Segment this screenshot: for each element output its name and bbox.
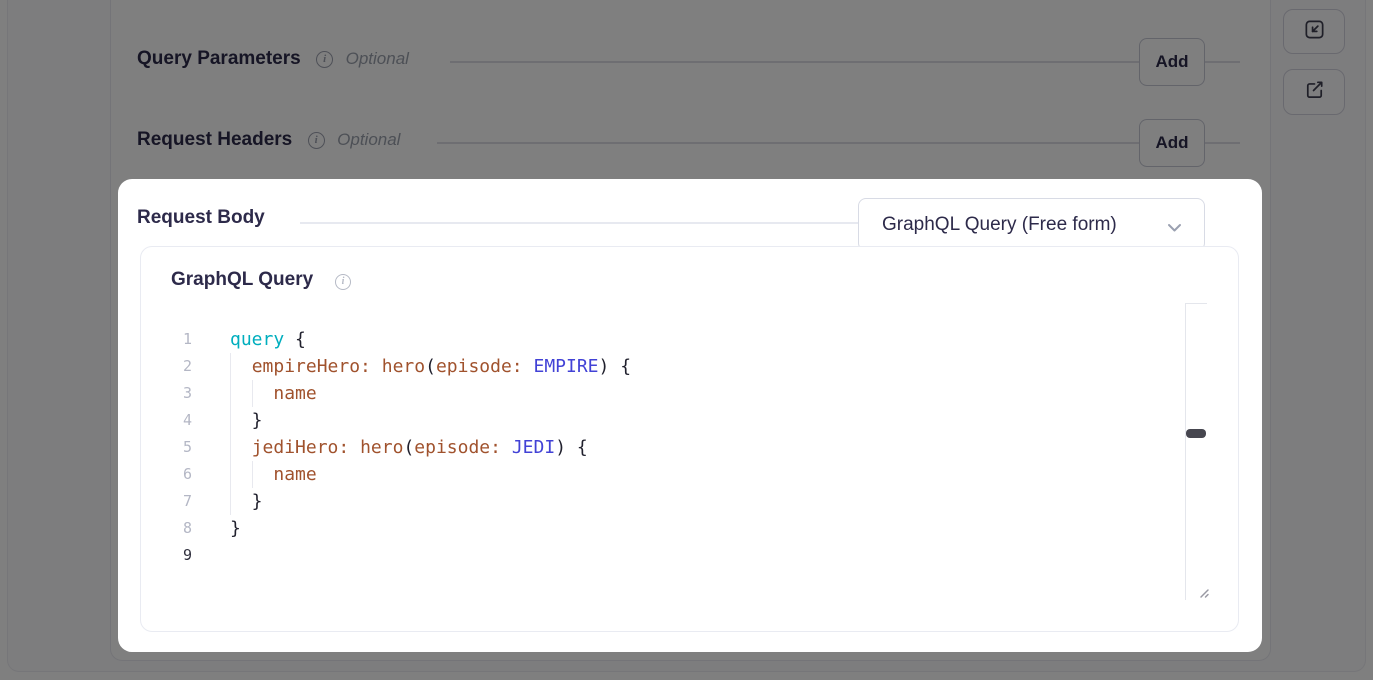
code-token: ( (403, 437, 414, 458)
indent-guide (252, 461, 253, 488)
scrollbar-track (1185, 303, 1186, 600)
request-headers-label: Request Headers (137, 129, 292, 151)
code-token: } (230, 410, 263, 431)
info-icon[interactable]: i (335, 274, 351, 290)
code-token (230, 437, 252, 458)
code-token (349, 437, 360, 458)
indent-guide (230, 353, 231, 515)
info-icon[interactable]: i (308, 132, 325, 149)
add-query-parameter-button[interactable]: Add (1139, 38, 1205, 86)
code-token (501, 437, 512, 458)
body-content-type-select[interactable]: GraphQL Query (Free form) (858, 198, 1205, 251)
code-line: name (230, 380, 631, 407)
query-parameters-divider (450, 61, 1240, 63)
line-number: 8 (156, 515, 192, 542)
request-body-label: Request Body (137, 207, 265, 229)
code-line: } (230, 407, 631, 434)
scrollbar-track-top (1185, 303, 1207, 304)
code-token: query (230, 329, 284, 350)
line-number: 2 (156, 353, 192, 380)
code-token: jediHero: (252, 437, 350, 458)
edit-input-button[interactable] (1283, 9, 1345, 54)
query-parameters-label: Query Parameters (137, 48, 301, 70)
code-token: episode: (436, 356, 523, 377)
code-line: jediHero: hero(episode: JEDI) { (230, 434, 631, 461)
external-link-icon (1303, 78, 1326, 106)
request-body-divider (300, 222, 874, 224)
code-token: name (273, 464, 316, 485)
request-body-spotlight: Request Body GraphQL Query (Free form) G… (118, 179, 1262, 652)
code-token (371, 356, 382, 377)
indent-guide (252, 380, 253, 407)
query-parameters-section: Query Parameters i Optional (137, 48, 409, 96)
code-line: empireHero: hero(episode: EMPIRE) { (230, 353, 631, 380)
line-number: 3 (156, 380, 192, 407)
code-token: ) { (555, 437, 588, 458)
line-number: 1 (156, 326, 192, 353)
graphql-query-editor[interactable]: 123456789 query { empireHero: hero(episo… (118, 326, 1218, 636)
code-token: } (230, 491, 263, 512)
scrollbar-thumb[interactable] (1186, 429, 1206, 438)
code-token: hero (360, 437, 403, 458)
code-token: hero (382, 356, 425, 377)
line-number: 6 (156, 461, 192, 488)
code-line: name (230, 461, 631, 488)
request-headers-divider (437, 142, 1240, 144)
code-token: ) { (599, 356, 632, 377)
line-number: 4 (156, 407, 192, 434)
line-number: 9 (156, 542, 192, 569)
code-line (230, 542, 631, 569)
code-line: } (230, 515, 631, 542)
code-token: { (284, 329, 306, 350)
code-token (523, 356, 534, 377)
code-token: ( (425, 356, 436, 377)
add-request-header-button[interactable]: Add (1139, 119, 1205, 167)
optional-label: Optional (346, 49, 409, 69)
optional-label: Optional (337, 130, 400, 150)
info-icon[interactable]: i (316, 51, 333, 68)
code-token: empireHero: (252, 356, 371, 377)
code-token: JEDI (512, 437, 555, 458)
body-content-type-value: GraphQL Query (Free form) (882, 199, 1117, 250)
graphql-query-label: GraphQL Query (171, 269, 313, 291)
request-headers-section: Request Headers i Optional (137, 129, 400, 177)
code-token: EMPIRE (534, 356, 599, 377)
edit-in-square-icon (1303, 18, 1326, 46)
code-line: query { (230, 326, 631, 353)
code-token: episode: (414, 437, 501, 458)
line-number-gutter: 123456789 (156, 326, 192, 569)
open-external-button[interactable] (1283, 69, 1345, 115)
chevron-down-icon (1167, 220, 1182, 238)
code-line: } (230, 488, 631, 515)
page: Query Parameters i Optional Add Request … (0, 0, 1373, 680)
code-token: name (273, 383, 316, 404)
line-number: 5 (156, 434, 192, 461)
resize-grip-icon[interactable] (1195, 584, 1211, 605)
code-token (230, 356, 252, 377)
code-token: } (230, 518, 241, 539)
code-content[interactable]: query { empireHero: hero(episode: EMPIRE… (230, 326, 631, 569)
line-number: 7 (156, 488, 192, 515)
